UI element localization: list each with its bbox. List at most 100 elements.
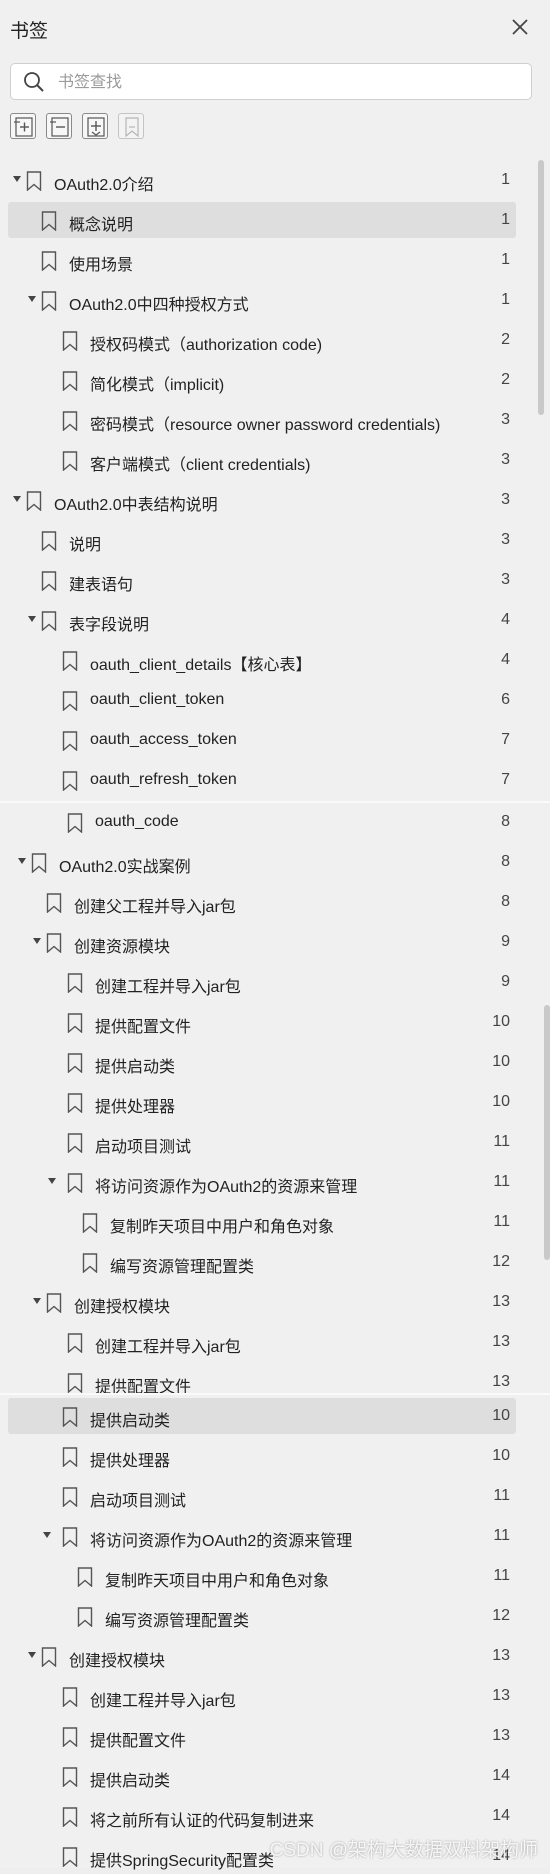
bookmark-label: 创建父工程并导入jar包 xyxy=(74,899,236,916)
bookmark-row[interactable]: 将访问资源作为OAuth2的资源来管理 11 xyxy=(0,1164,550,1200)
bookmark-page-number: 13 xyxy=(492,1293,510,1310)
bookmark-row[interactable]: 复制昨天项目中用户和角色对象 11 xyxy=(0,1558,550,1594)
collapse-all-button[interactable] xyxy=(46,113,72,139)
bookmark-page-number: 13 xyxy=(492,1687,510,1704)
bookmark-panel: 书签 书签查找 OAuth2.0介绍 1 概念说明 1 使用场景 1 OAuth… xyxy=(0,0,550,1870)
bookmark-row[interactable]: oauth_code 8 xyxy=(0,804,550,840)
bookmark-page-number: 4 xyxy=(501,611,510,628)
bookmark-row[interactable]: oauth_access_token 7 xyxy=(0,722,550,758)
bookmark-row[interactable]: 建表语句 3 xyxy=(0,562,550,598)
bookmark-row[interactable]: 概念说明 1 xyxy=(0,202,550,238)
bookmark-icon xyxy=(62,731,78,751)
bookmark-row[interactable]: 复制昨天项目中用户和角色对象 11 xyxy=(0,1204,550,1240)
bookmark-button[interactable] xyxy=(118,113,144,139)
bookmark-page-number: 6 xyxy=(501,691,510,708)
bookmark-icon xyxy=(67,973,83,993)
bookmark-row[interactable]: 启动项目测试 11 xyxy=(0,1478,550,1514)
expand-triangle-icon[interactable] xyxy=(32,936,42,946)
expand-triangle-icon[interactable] xyxy=(17,856,27,866)
bookmark-row[interactable]: 提供配置文件 13 xyxy=(0,1718,550,1754)
add-bookmark-button[interactable] xyxy=(82,113,108,139)
bookmark-row[interactable]: 密码模式（resource owner password credentials… xyxy=(0,402,550,438)
bookmark-label: 使用场景 xyxy=(69,257,134,274)
bookmark-row[interactable]: 提供启动类 10 xyxy=(0,1398,550,1434)
bookmark-row[interactable]: 提供启动类 10 xyxy=(0,1044,550,1080)
bookmark-row[interactable]: 说明 3 xyxy=(0,522,550,558)
bookmark-label: OAuth2.0中四种授权方式 xyxy=(69,297,249,314)
bookmark-icon xyxy=(67,1333,83,1353)
bookmark-icon xyxy=(125,117,139,138)
bookmark-row[interactable]: 提供处理器 10 xyxy=(0,1084,550,1120)
search-box[interactable] xyxy=(10,63,532,100)
search-input[interactable] xyxy=(56,69,520,97)
bookmark-label: 创建授权模块 xyxy=(69,1653,166,1670)
bookmark-row[interactable]: 将之前所有认证的代码复制进来 14 xyxy=(0,1798,550,1834)
bookmark-row[interactable]: 简化模式（implicit) 2 xyxy=(0,362,550,398)
bookmark-label: 提供配置文件 xyxy=(90,1733,187,1750)
bookmark-page-number: 3 xyxy=(501,491,510,508)
bookmark-row[interactable]: 使用场景 1 xyxy=(0,242,550,278)
bookmark-row[interactable]: 启动项目测试 11 xyxy=(0,1124,550,1160)
expand-triangle-icon[interactable] xyxy=(12,494,22,504)
expand-triangle-icon[interactable] xyxy=(27,294,37,304)
bookmark-row[interactable]: 创建授权模块 13 xyxy=(0,1284,550,1320)
bookmark-page-number: 8 xyxy=(501,813,510,830)
bookmark-row[interactable]: oauth_client_details【核心表】 4 xyxy=(0,642,550,678)
expand-triangle-icon[interactable] xyxy=(27,1650,37,1660)
expand-triangle-icon[interactable] xyxy=(42,1530,52,1540)
bookmark-label: 启动项目测试 xyxy=(95,1139,192,1156)
search-icon xyxy=(24,72,44,92)
divider xyxy=(0,1393,550,1395)
bookmark-label: OAuth2.0介绍 xyxy=(54,177,154,194)
expand-all-button[interactable] xyxy=(10,113,36,139)
bookmark-row[interactable]: 创建授权模块 13 xyxy=(0,1638,550,1674)
bookmark-row[interactable]: oauth_refresh_token 7 xyxy=(0,762,550,798)
bookmark-page-number: 13 xyxy=(492,1373,510,1390)
watermark: CSDN @架构大数据双料架构师 xyxy=(269,1840,538,1861)
bookmark-label: 创建工程并导入jar包 xyxy=(90,1693,236,1710)
bookmark-row[interactable]: 创建工程并导入jar包 13 xyxy=(0,1324,550,1360)
bookmark-row[interactable]: 创建父工程并导入jar包 8 xyxy=(0,884,550,920)
bookmark-page-number: 4 xyxy=(501,651,510,668)
expand-triangle-icon[interactable] xyxy=(32,1296,42,1306)
expand-triangle-icon[interactable] xyxy=(47,1176,57,1186)
bookmark-page-number: 7 xyxy=(501,731,510,748)
add-bookmark-icon xyxy=(87,117,105,137)
bookmark-page-number: 12 xyxy=(492,1607,510,1624)
bookmark-icon xyxy=(41,531,57,551)
scrollbar-thumb-lower[interactable] xyxy=(544,1005,550,1260)
bookmark-row[interactable]: 创建资源模块 9 xyxy=(0,924,550,960)
bookmark-row[interactable]: 创建工程并导入jar包 13 xyxy=(0,1678,550,1714)
bookmark-row[interactable]: 提供处理器 10 xyxy=(0,1438,550,1474)
bookmark-row[interactable]: OAuth2.0实战案例 8 xyxy=(0,844,550,880)
bookmark-row[interactable]: 表字段说明 4 xyxy=(0,602,550,638)
expand-triangle-icon[interactable] xyxy=(27,614,37,624)
close-button[interactable] xyxy=(508,15,532,39)
bookmark-label: 建表语句 xyxy=(69,577,134,594)
bookmark-icon xyxy=(41,611,57,631)
divider xyxy=(0,801,550,803)
scrollbar-thumb[interactable] xyxy=(538,160,544,415)
bookmark-icon xyxy=(62,771,78,791)
bookmark-row[interactable]: 客户端模式（client credentials) 3 xyxy=(0,442,550,478)
expand-triangle-icon[interactable] xyxy=(12,174,22,184)
bookmark-row[interactable]: 将访问资源作为OAuth2的资源来管理 11 xyxy=(0,1518,550,1554)
bookmark-row[interactable]: 提供启动类 14 xyxy=(0,1758,550,1794)
bookmark-label: 编写资源管理配置类 xyxy=(105,1613,250,1630)
bookmark-label: 提供启动类 xyxy=(90,1773,171,1790)
bookmark-page-number: 11 xyxy=(493,1173,510,1190)
bookmark-icon xyxy=(62,1807,78,1827)
bookmark-row[interactable]: 提供配置文件 10 xyxy=(0,1004,550,1040)
bookmark-label: 启动项目测试 xyxy=(90,1493,187,1510)
bookmark-page-number: 14 xyxy=(492,1807,510,1824)
bookmark-row[interactable]: OAuth2.0中表结构说明 3 xyxy=(0,482,550,518)
bookmark-row[interactable]: 授权码模式（authorization code) 2 xyxy=(0,322,550,358)
bookmark-page-number: 14 xyxy=(492,1767,510,1784)
bookmark-row[interactable]: OAuth2.0中四种授权方式 1 xyxy=(0,282,550,318)
bookmark-row[interactable]: 编写资源管理配置类 12 xyxy=(0,1244,550,1280)
bookmark-row[interactable]: OAuth2.0介绍 1 xyxy=(0,162,550,198)
bookmark-row[interactable]: oauth_client_token 6 xyxy=(0,682,550,718)
bookmark-page-number: 9 xyxy=(501,933,510,950)
bookmark-row[interactable]: 编写资源管理配置类 12 xyxy=(0,1598,550,1634)
bookmark-row[interactable]: 创建工程并导入jar包 9 xyxy=(0,964,550,1000)
